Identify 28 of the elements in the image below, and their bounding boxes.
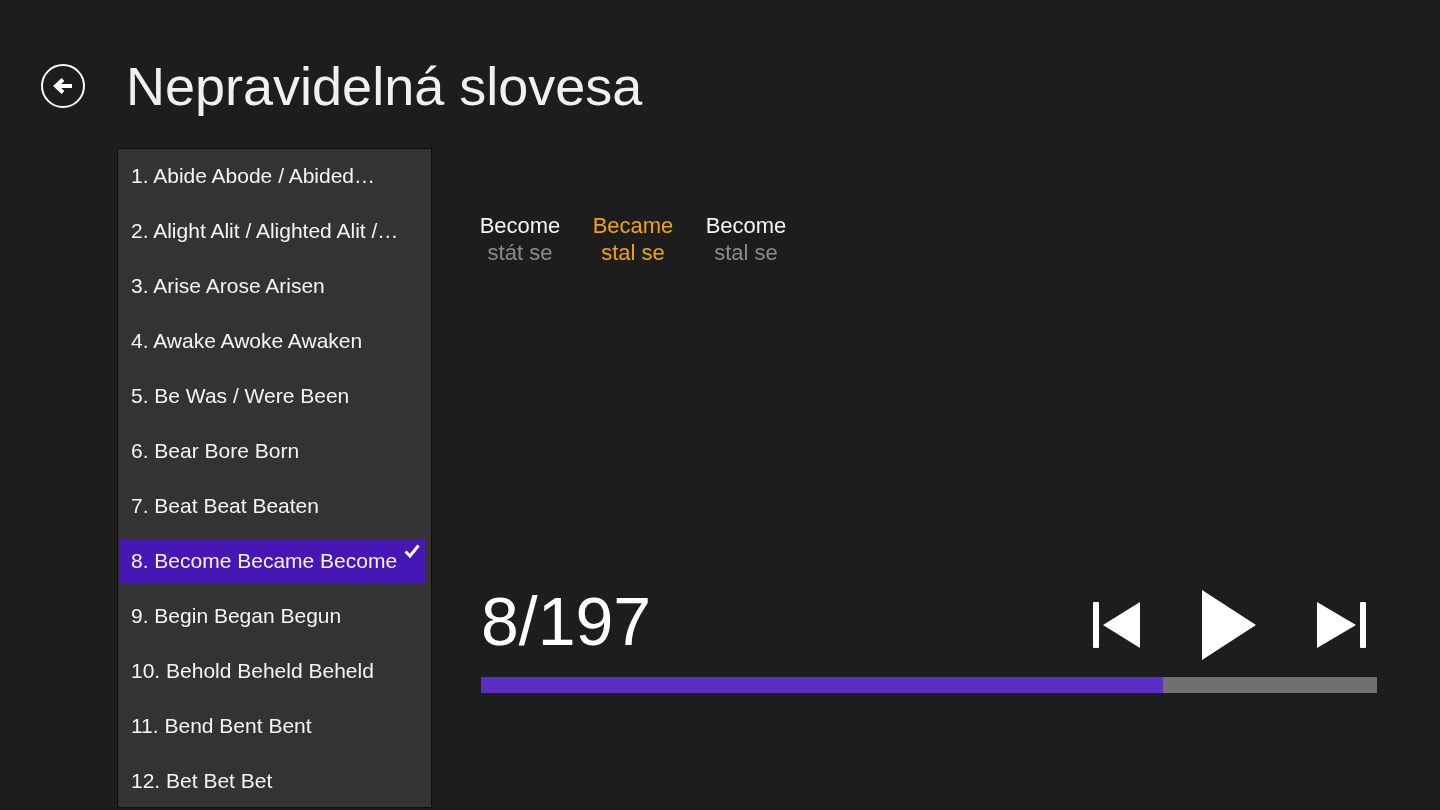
play-icon — [1201, 590, 1257, 660]
verb-translation: stal se — [714, 239, 778, 266]
skip-next-icon — [1317, 602, 1367, 648]
verb-form: Become — [479, 212, 561, 239]
list-item[interactable]: 10. Behold Beheld Beheld — [120, 649, 425, 693]
list-item[interactable]: 7. Beat Beat Beaten — [120, 484, 425, 528]
verb-translation: stal se — [601, 239, 665, 266]
list-item[interactable]: 9. Begin Began Begun — [120, 594, 425, 638]
previous-button[interactable] — [1093, 602, 1141, 648]
list-item[interactable]: 6. Bear Bore Born — [120, 429, 425, 473]
counter-text: 8/197 — [481, 590, 652, 652]
play-button[interactable] — [1201, 590, 1257, 660]
list-item[interactable]: 1. Abide Abode / Abided… — [120, 154, 425, 198]
verb-form: Became — [592, 212, 674, 239]
verb-form: Become — [705, 212, 787, 239]
list-item[interactable]: 4. Awake Awoke Awaken — [120, 319, 425, 363]
list-item[interactable]: 12. Bet Bet Bet — [120, 759, 425, 803]
list-item[interactable]: 11. Bend Bent Bent — [120, 704, 425, 748]
list-item[interactable]: 3. Arise Arose Arisen — [120, 264, 425, 308]
list-item[interactable]: 5. Be Was / Were Been — [120, 374, 425, 418]
next-button[interactable] — [1317, 602, 1367, 648]
check-icon — [404, 544, 420, 558]
list-item[interactable]: 2. Alight Alit / Alighted Alit /… — [120, 209, 425, 253]
verb-translation: stát se — [487, 239, 553, 266]
back-button[interactable] — [41, 64, 85, 108]
skip-previous-icon — [1093, 602, 1141, 648]
arrow-left-icon — [52, 77, 74, 95]
list-item[interactable]: 8. Become Became Become — [120, 539, 425, 583]
